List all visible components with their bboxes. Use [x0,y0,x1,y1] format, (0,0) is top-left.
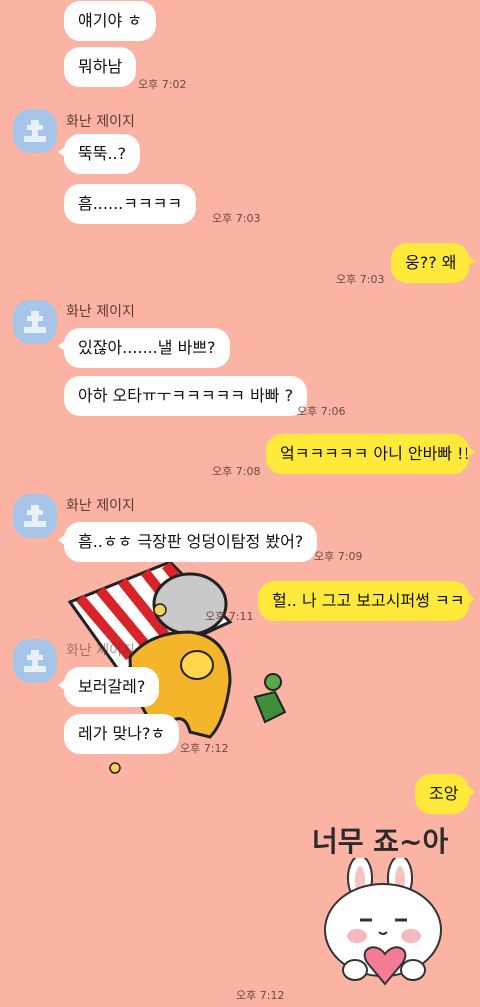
default-profile-icon [24,311,46,333]
message-bubble[interactable]: 조앙 [415,774,475,814]
message-time: 오후 7:12 [236,989,285,1002]
sender-avatar[interactable] [13,494,57,538]
message-bubble[interactable]: 레가 맞나?ㅎ [64,714,180,754]
default-profile-icon [24,505,46,527]
sender-avatar[interactable] [13,300,57,344]
message-bubble[interactable]: 뭐하남 [64,47,137,87]
sender-avatar[interactable] [13,109,57,153]
message-bubble[interactable]: 웅?? 왜 [391,243,475,283]
sticker-caption: 너무 죠~아 [312,825,449,858]
bunny-icon [324,858,442,986]
message-bubble[interactable]: 흠..ㅎㅎ 극장판 엉덩이탐정 봤어? [57,522,318,562]
default-profile-icon [24,120,46,142]
message-time: 오후 7:03 [336,273,385,286]
sender-name: 화난 제이지 [66,304,135,320]
bunny-sticker[interactable]: 너무 죠~아 [300,818,470,993]
message-bubble[interactable]: 보러갈레? [57,667,160,707]
message-bubble[interactable]: 뚝뚝..? [57,134,141,174]
default-profile-icon [24,650,46,672]
message-time: 오후 7:02 [138,78,187,91]
sender-name: 화난 제이지 [66,114,135,130]
sender-avatar[interactable] [13,639,57,683]
message-time: 오후 7:03 [212,212,261,225]
message-bubble[interactable]: 있잖아.......낼 바쁘? [58,328,230,368]
message-bubble[interactable]: 엌ㅋㅋㅋㅋㅋ 아니 안바빠 !! [266,434,475,474]
message-bubble[interactable]: 얘기야 ㅎ [64,1,156,41]
sender-name: 화난 제이지 [66,498,135,514]
message-bubble[interactable]: 흠......ㅋㅋㅋㅋ [64,184,197,224]
message-time: 오후 7:06 [297,405,346,418]
message-bubble[interactable]: 아하 오타ㅠㅜㅋㅋㅋㅋㅋ 바빠 ? [64,376,308,416]
sender-name: 화난 제이지 [66,643,135,659]
message-time: 오후 7:08 [212,465,261,478]
message-time: 오후 7:12 [180,742,229,755]
message-time: 오후 7:11 [205,610,254,623]
message-time: 오후 7:09 [314,550,363,563]
